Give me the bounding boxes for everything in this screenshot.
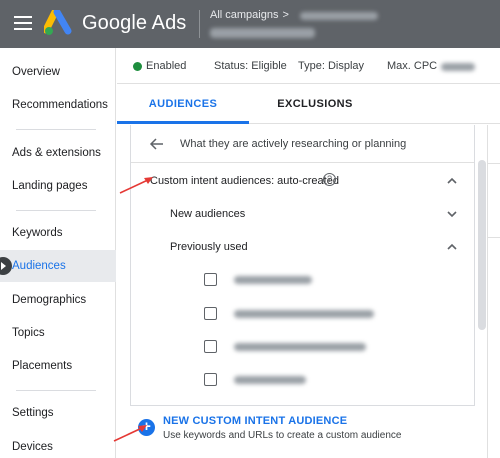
product-name[interactable]: Google Ads bbox=[82, 12, 186, 35]
sidebar-item-placements[interactable]: Placements bbox=[0, 350, 116, 382]
tab-audiences[interactable]: AUDIENCES bbox=[117, 84, 249, 124]
redacted-audience-name bbox=[234, 343, 366, 351]
sidebar-item-keywords[interactable]: Keywords bbox=[0, 217, 116, 249]
campaign-status-bar: Enabled Status: Eligible Type: Display M… bbox=[117, 48, 500, 84]
chevron-down-icon[interactable] bbox=[446, 208, 458, 220]
redacted-audience-name bbox=[234, 310, 374, 318]
redacted-ad-group-name bbox=[210, 28, 315, 38]
breadcrumb-chevron: > bbox=[282, 9, 289, 21]
list-item[interactable] bbox=[131, 363, 474, 397]
nav-divider bbox=[16, 390, 96, 391]
menu-icon[interactable] bbox=[14, 16, 32, 30]
background-table-edge bbox=[487, 125, 500, 458]
previously-used-row[interactable]: Previously used bbox=[131, 231, 474, 265]
nav-divider bbox=[16, 210, 96, 211]
background-table-line bbox=[487, 237, 500, 238]
enabled-status-icon bbox=[133, 62, 142, 71]
panel-title: What they are actively researching or pl… bbox=[180, 138, 407, 150]
audience-checkbox[interactable] bbox=[204, 307, 217, 320]
audience-checkbox[interactable] bbox=[204, 273, 217, 286]
active-indicator-icon bbox=[0, 257, 12, 275]
status-max-cpc: Max. CPC bbox=[387, 60, 438, 72]
panel-scrollbar[interactable] bbox=[478, 160, 486, 330]
status-eligible: Status: Eligible bbox=[214, 60, 287, 72]
sidebar-item-topics[interactable]: Topics bbox=[0, 317, 116, 349]
sidebar-item-ads-extensions[interactable]: Ads & extensions bbox=[0, 137, 116, 169]
sidebar-item-audiences[interactable]: Audiences bbox=[0, 250, 116, 282]
status-enabled[interactable]: Enabled bbox=[146, 60, 186, 72]
breadcrumb-label[interactable]: All campaigns bbox=[210, 9, 278, 21]
create-audience-sublabel: Use keywords and URLs to create a custom… bbox=[163, 430, 402, 441]
create-audience-label[interactable]: NEW CUSTOM INTENT AUDIENCE bbox=[163, 415, 347, 427]
breadcrumb[interactable]: All campaigns > bbox=[210, 9, 289, 21]
redacted-cpc-value bbox=[441, 63, 475, 71]
list-item[interactable] bbox=[131, 297, 474, 331]
header-divider bbox=[199, 10, 200, 38]
redacted-audience-name bbox=[234, 276, 312, 284]
audience-tabs: AUDIENCES EXCLUSIONS bbox=[117, 84, 500, 124]
sidebar-item-landing-pages[interactable]: Landing pages bbox=[0, 170, 116, 202]
panel-header: What they are actively researching or pl… bbox=[131, 125, 474, 163]
new-custom-intent-audience-button[interactable]: + NEW CUSTOM INTENT AUDIENCE Use keyword… bbox=[130, 405, 475, 458]
sidebar-nav: Overview Recommendations Ads & extension… bbox=[0, 48, 116, 458]
sidebar-item-devices[interactable]: Devices bbox=[0, 431, 116, 458]
tab-exclusions[interactable]: EXCLUSIONS bbox=[249, 84, 381, 124]
sidebar-item-settings[interactable]: Settings bbox=[0, 397, 116, 429]
active-tab-indicator bbox=[117, 121, 249, 124]
sidebar-item-label: Audiences bbox=[12, 260, 66, 272]
custom-intent-section[interactable]: Custom intent audiences: auto-created ? bbox=[131, 165, 474, 199]
sidebar-item-overview[interactable]: Overview bbox=[0, 56, 116, 88]
new-audiences-row[interactable]: New audiences bbox=[131, 198, 474, 232]
chevron-up-icon[interactable] bbox=[446, 175, 458, 187]
new-audiences-label: New audiences bbox=[170, 208, 246, 220]
redacted-audience-name bbox=[234, 376, 306, 384]
audience-checkbox[interactable] bbox=[204, 373, 217, 386]
back-arrow-icon[interactable] bbox=[149, 136, 165, 152]
list-item[interactable] bbox=[131, 330, 474, 364]
sidebar-item-demographics[interactable]: Demographics bbox=[0, 284, 116, 316]
sidebar-item-recommendations[interactable]: Recommendations bbox=[0, 89, 116, 121]
add-circle-icon[interactable]: + bbox=[138, 419, 155, 436]
status-type: Type: Display bbox=[298, 60, 365, 72]
list-item[interactable] bbox=[131, 263, 474, 297]
chevron-up-icon[interactable] bbox=[446, 241, 458, 253]
audience-checkbox[interactable] bbox=[204, 340, 217, 353]
app-bar: Google Ads All campaigns > bbox=[0, 0, 500, 48]
redacted-campaign-name bbox=[300, 12, 378, 20]
previously-used-label: Previously used bbox=[170, 241, 248, 253]
background-table-line bbox=[487, 163, 500, 164]
nav-divider bbox=[16, 129, 96, 130]
section-label: Custom intent audiences: auto-created bbox=[150, 175, 339, 187]
help-icon[interactable]: ? bbox=[323, 173, 336, 186]
google-ads-logo-icon bbox=[44, 10, 72, 35]
